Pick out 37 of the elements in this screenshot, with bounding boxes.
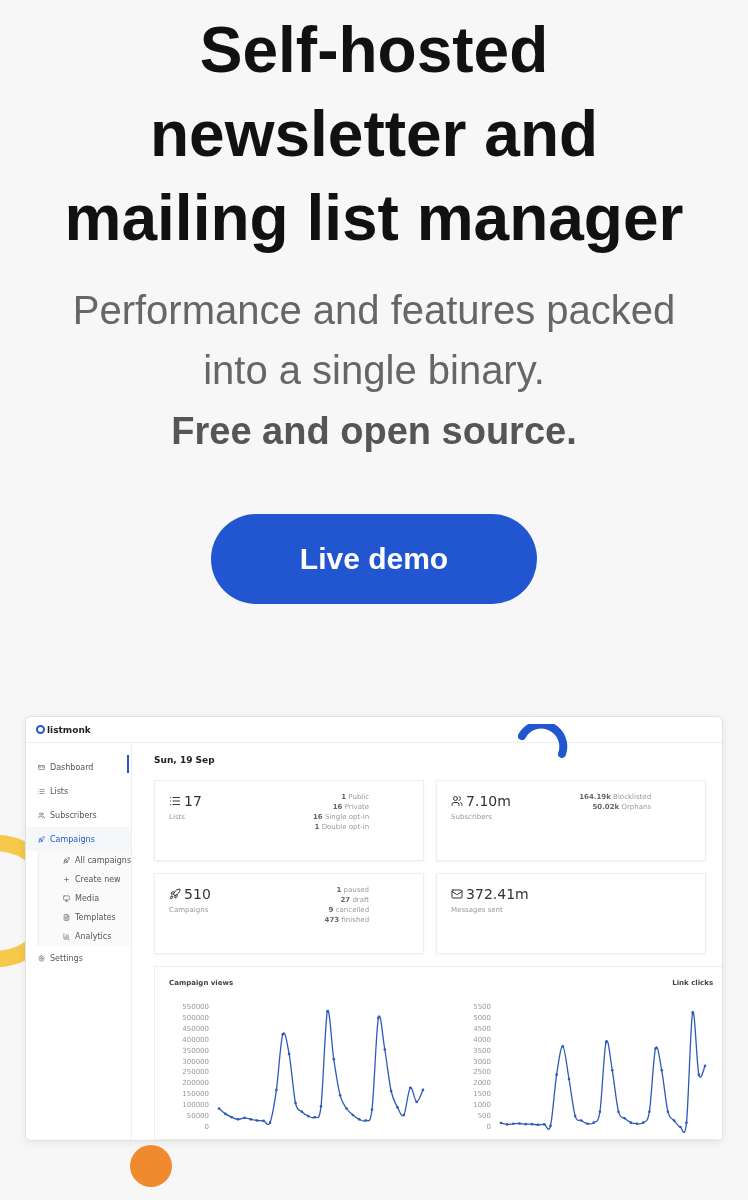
stat-value: 17 xyxy=(169,793,202,809)
date-heading: Sun, 19 Sep xyxy=(154,755,216,765)
sidebar-item[interactable]: Campaigns xyxy=(26,827,132,851)
sidebar-subitem[interactable]: Templates xyxy=(39,908,132,927)
sidebar-item[interactable]: Subscribers xyxy=(26,803,132,827)
dot-decoration xyxy=(130,1145,172,1187)
stat-value: 372.41m xyxy=(451,886,529,902)
list-icon xyxy=(169,795,182,807)
hero-title: Self-hosted newsletter and mailing list manager xyxy=(63,13,685,256)
settings-icon xyxy=(38,954,45,962)
users-icon xyxy=(38,811,45,819)
card-icon xyxy=(38,763,45,771)
hero-subtitle: Performance and features packed into a single binary. xyxy=(71,287,677,394)
app-logo: listmonk xyxy=(36,724,91,735)
users-icon xyxy=(451,795,464,807)
hero-tagline: Free and open source. xyxy=(171,409,577,454)
sidebar-subitem[interactable]: Analytics xyxy=(39,927,132,946)
sidebar-subitem[interactable]: Create new xyxy=(39,870,132,889)
list-icon xyxy=(38,787,45,795)
monitor-icon xyxy=(63,895,70,902)
arc-decoration xyxy=(518,724,568,760)
rocket-icon xyxy=(63,857,70,864)
sidebar-item[interactable]: Dashboard xyxy=(26,755,132,779)
stat-value: 510 xyxy=(169,886,211,902)
sidebar-item[interactable]: Settings xyxy=(26,946,132,970)
bar-chart-icon xyxy=(63,933,70,940)
rocket-icon xyxy=(169,888,182,900)
sidebar-item[interactable]: Lists xyxy=(26,779,132,803)
file-icon xyxy=(63,914,70,921)
sidebar-subitem[interactable]: All campaigns xyxy=(39,851,132,870)
plus-icon xyxy=(63,876,70,883)
live-demo-button[interactable]: Live demo xyxy=(211,514,537,604)
stat-value: 7.10m xyxy=(451,793,511,809)
mail-icon xyxy=(451,888,464,900)
sidebar-subitem[interactable]: Media xyxy=(39,889,132,908)
rocket-icon xyxy=(38,835,45,843)
scrollbar-thumb xyxy=(127,755,130,773)
